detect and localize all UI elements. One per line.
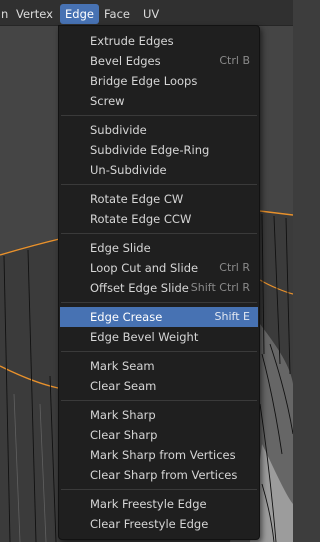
menu-item-clear-sharp-from-vertices[interactable]: Clear Sharp from Vertices xyxy=(60,465,258,485)
menu-item-offset-edge-slide[interactable]: Offset Edge Slide Shift Ctrl R xyxy=(60,278,258,298)
menu-item-label: Mark Sharp from Vertices xyxy=(90,448,236,462)
edge-menu-dropdown: Extrude Edges Bevel Edges Ctrl B Bridge … xyxy=(58,25,260,540)
menu-item-label: Screw xyxy=(90,94,125,108)
menu-item-rotate-edge-cw[interactable]: Rotate Edge CW xyxy=(60,189,258,209)
menu-item-label: Edge Slide xyxy=(90,241,151,255)
menu-separator xyxy=(61,400,257,401)
blender-window: n Vertex Edge Face UV Extrude Edges Beve… xyxy=(0,0,293,542)
menu-item-label: Clear Seam xyxy=(90,379,157,393)
menu-item-shortcut: Ctrl R xyxy=(219,261,250,274)
menu-item-label: Rotate Edge CCW xyxy=(90,212,192,226)
menu-item-bridge-edge-loops[interactable]: Bridge Edge Loops xyxy=(60,71,258,91)
menu-item-label: Loop Cut and Slide xyxy=(90,261,199,275)
menu-item-label: Bridge Edge Loops xyxy=(90,74,198,88)
menu-item-subdivide-edge-ring[interactable]: Subdivide Edge-Ring xyxy=(60,140,258,160)
menu-item-label: Mark Sharp xyxy=(90,408,156,422)
menu-item-un-subdivide[interactable]: Un-Subdivide xyxy=(60,160,258,180)
menu-item-label: Bevel Edges xyxy=(90,54,161,68)
menu-item-shortcut: Ctrl B xyxy=(219,54,250,67)
menu-item-subdivide[interactable]: Subdivide xyxy=(60,120,258,140)
menu-separator xyxy=(61,351,257,352)
menu-item-clear-sharp[interactable]: Clear Sharp xyxy=(60,425,258,445)
menu-item-mark-seam[interactable]: Mark Seam xyxy=(60,356,258,376)
menu-item-loop-cut-and-slide[interactable]: Loop Cut and Slide Ctrl R xyxy=(60,258,258,278)
menu-item-label: Mark Seam xyxy=(90,359,155,373)
menu-item-screw[interactable]: Screw xyxy=(60,91,258,111)
header-menu-bar: n Vertex Edge Face UV xyxy=(0,0,293,26)
menu-separator xyxy=(61,115,257,116)
menu-separator xyxy=(61,184,257,185)
menu-separator xyxy=(61,233,257,234)
menu-tab-face[interactable]: Face xyxy=(99,4,135,24)
menu-separator xyxy=(61,302,257,303)
menu-item-label: Clear Sharp from Vertices xyxy=(90,468,238,482)
menu-item-label: Rotate Edge CW xyxy=(90,192,184,206)
menu-item-edge-crease[interactable]: Edge Crease Shift E xyxy=(60,307,258,327)
menu-item-label: Extrude Edges xyxy=(90,34,174,48)
menu-item-label: Clear Sharp xyxy=(90,428,158,442)
menu-item-rotate-edge-ccw[interactable]: Rotate Edge CCW xyxy=(60,209,258,229)
menu-item-label: Edge Bevel Weight xyxy=(90,330,199,344)
menu-tab-edge[interactable]: Edge xyxy=(60,4,99,24)
menu-tab-vertex[interactable]: Vertex xyxy=(11,4,58,24)
menu-item-mark-freestyle-edge[interactable]: Mark Freestyle Edge xyxy=(60,494,258,514)
menu-item-edge-bevel-weight[interactable]: Edge Bevel Weight xyxy=(60,327,258,347)
menu-item-shortcut: Shift E xyxy=(214,310,250,323)
menu-item-mark-sharp[interactable]: Mark Sharp xyxy=(60,405,258,425)
menu-item-shortcut: Shift Ctrl R xyxy=(190,281,250,294)
menu-item-mark-sharp-from-vertices[interactable]: Mark Sharp from Vertices xyxy=(60,445,258,465)
menu-item-label: Mark Freestyle Edge xyxy=(90,497,207,511)
menu-item-edge-slide[interactable]: Edge Slide xyxy=(60,238,258,258)
menu-item-label: Edge Crease xyxy=(90,310,163,324)
menu-separator xyxy=(61,489,257,490)
menu-item-bevel-edges[interactable]: Bevel Edges Ctrl B xyxy=(60,51,258,71)
menu-item-label: Offset Edge Slide xyxy=(90,281,189,295)
menu-item-clear-freestyle-edge[interactable]: Clear Freestyle Edge xyxy=(60,514,258,534)
menu-item-label: Un-Subdivide xyxy=(90,163,167,177)
menu-tab-uv[interactable]: UV xyxy=(138,4,164,24)
menu-item-label: Subdivide xyxy=(90,123,147,137)
menu-item-extrude-edges[interactable]: Extrude Edges xyxy=(60,31,258,51)
menu-item-label: Subdivide Edge-Ring xyxy=(90,143,210,157)
menu-item-clear-seam[interactable]: Clear Seam xyxy=(60,376,258,396)
menu-item-label: Clear Freestyle Edge xyxy=(90,517,209,531)
